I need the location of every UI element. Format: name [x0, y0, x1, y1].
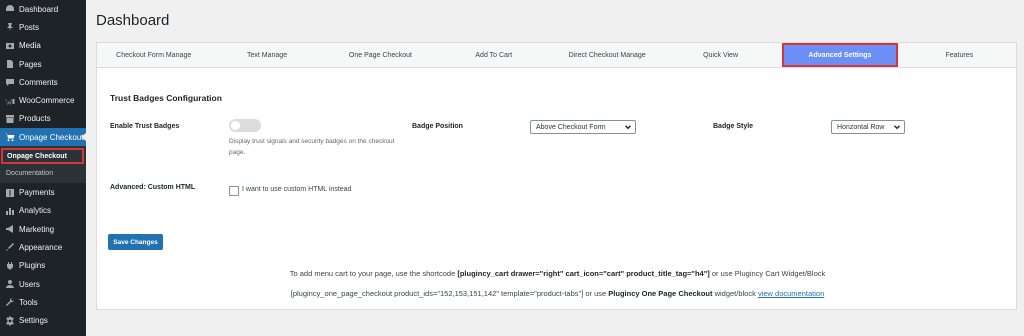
cart-shortcode: [plugincy_cart drawer="right" cart_icon=…: [457, 269, 710, 278]
archive-icon: [5, 114, 15, 124]
badge-style-value: Horizontal Row: [837, 123, 885, 131]
sidebar-item-label: Pages: [19, 59, 42, 69]
sidebar-item-marketing[interactable]: Marketing: [0, 220, 86, 238]
wrench-icon: [5, 297, 15, 307]
tab-one-page-checkout[interactable]: One Page Checkout: [324, 43, 437, 67]
onpage-checkout-submenu: Onpage Checkout Documentation: [0, 146, 86, 184]
tab-add-to-cart[interactable]: Add To Cart: [437, 43, 550, 67]
info-line2-mid: widget/block: [712, 289, 758, 298]
sidebar-item-label: Media: [19, 41, 41, 51]
sidebar-item-label: Marketing: [19, 224, 55, 234]
shortcode-info-line: To add menu cart to your page, use the s…: [97, 269, 1018, 278]
sidebar-item-dashboard[interactable]: Dashboard: [0, 0, 86, 18]
sidebar-item-label: Users: [19, 279, 40, 289]
enable-trust-badges-label: Enable Trust Badges: [110, 123, 180, 130]
sidebar-item-comments[interactable]: Comments: [0, 73, 86, 91]
badge-style-select[interactable]: Horizontal Row: [831, 120, 905, 134]
sidebar-item-analytics[interactable]: Analytics: [0, 202, 86, 220]
tab-direct-checkout-manage[interactable]: Direct Checkout Manage: [551, 43, 664, 67]
dashboard-icon: [5, 4, 15, 14]
sidebar-item-label: Onpage Checkout: [19, 132, 84, 142]
woocommerce-icon: [5, 96, 15, 106]
enable-trust-badges-toggle[interactable]: [229, 119, 261, 132]
custom-html-checkbox[interactable]: [229, 186, 239, 196]
bar-chart-icon: [5, 206, 15, 216]
user-icon: [5, 279, 15, 289]
chevron-down-icon: [624, 124, 632, 130]
sidebar-item-tools[interactable]: Tools: [0, 293, 86, 311]
settings-card: Checkout Form Manage Text Manage One Page …: [96, 42, 1017, 310]
tab-advanced-settings[interactable]: Advanced Settings: [782, 43, 898, 67]
sidebar-item-label: Dashboard: [19, 4, 59, 14]
sidebar-item-woocommerce[interactable]: WooCommerce: [0, 91, 86, 109]
sidebar-item-settings[interactable]: Settings: [0, 311, 86, 329]
sidebar-item-label: Appearance: [19, 242, 63, 252]
sidebar-item-label: WooCommerce: [19, 96, 75, 106]
sidebar-item-plugins[interactable]: Plugins: [0, 257, 86, 275]
sidebar-item-label: Comments: [19, 77, 58, 87]
settings-icon: [5, 316, 15, 326]
sidebar-item-posts[interactable]: Posts: [0, 18, 86, 36]
sidebar-item-label: Products: [19, 114, 51, 124]
sidebar-item-media[interactable]: Media: [0, 37, 86, 55]
page-icon: [5, 59, 15, 69]
tab-text-manage[interactable]: Text Manage: [210, 43, 323, 67]
sidebar-item-label: Analytics: [19, 206, 52, 216]
checkout-shortcode-info-line: [plugincy_one_page_checkout product_ids=…: [97, 289, 1018, 298]
sidebar-item-pages[interactable]: Pages: [0, 55, 86, 73]
plugin-name: Plugincy One Page Checkout: [608, 289, 713, 298]
custom-html-label: Advanced: Custom HTML: [110, 184, 196, 191]
badge-position-label: Badge Position: [412, 123, 463, 130]
admin-sidebar: Dashboard Posts Media Pages Comments WooComme…: [0, 0, 86, 336]
comment-icon: [5, 77, 15, 87]
info-line1-pre: To add menu cart to your page, use the s…: [289, 269, 458, 278]
tab-bar: Checkout Form Manage Text Manage One Page …: [97, 43, 1016, 68]
sidebar-item-label: Payments: [19, 188, 55, 198]
custom-html-checkbox-label[interactable]: I want to use custom HTML instead: [242, 186, 351, 193]
submenu-item-onpage-checkout[interactable]: Onpage Checkout: [1, 148, 84, 165]
tab-quick-view[interactable]: Quick View: [664, 43, 777, 67]
badge-style-label: Badge Style: [713, 123, 754, 130]
tab-checkout-form-manage[interactable]: Checkout Form Manage: [97, 43, 210, 67]
sidebar-item-label: Tools: [19, 297, 38, 307]
save-changes-button[interactable]: Save Changes: [108, 234, 163, 250]
cart-icon: [5, 132, 15, 142]
sidebar-item-label: Posts: [19, 22, 40, 32]
sidebar-item-payments[interactable]: Payments: [0, 183, 86, 201]
section-title: Trust Badges Configuration: [110, 93, 222, 103]
badge-position-value: Above Checkout Form: [536, 123, 606, 131]
badge-position-select[interactable]: Above Checkout Form: [530, 120, 636, 134]
tab-features[interactable]: Features: [903, 43, 1016, 67]
megaphone-icon: [5, 224, 15, 234]
sidebar-item-onpage-checkout[interactable]: Onpage Checkout: [0, 128, 86, 147]
info-line1-post: or use Plugincy Cart Widget/Block: [709, 269, 826, 278]
enable-trust-badges-description: Display trust signals and security badge…: [229, 138, 395, 156]
sidebar-item-appearance[interactable]: Appearance: [0, 238, 86, 256]
sidebar-item-users[interactable]: Users: [0, 275, 86, 293]
paintbrush-icon: [5, 242, 15, 252]
dollar-icon: [5, 188, 15, 198]
sidebar-item-products[interactable]: Products: [0, 110, 86, 128]
pin-icon: [5, 22, 15, 32]
sidebar-item-label: Plugins: [19, 261, 46, 271]
plug-icon: [5, 261, 15, 271]
submenu-item-documentation[interactable]: Documentation: [0, 165, 86, 181]
page-title: Dashboard: [96, 12, 170, 29]
chevron-down-icon: [893, 124, 901, 130]
media-icon: [5, 41, 15, 51]
view-documentation-link[interactable]: view documentation: [758, 289, 824, 298]
sidebar-item-label: Settings: [19, 316, 48, 326]
info-line2-pre: [plugincy_one_page_checkout product_ids=…: [290, 289, 609, 298]
